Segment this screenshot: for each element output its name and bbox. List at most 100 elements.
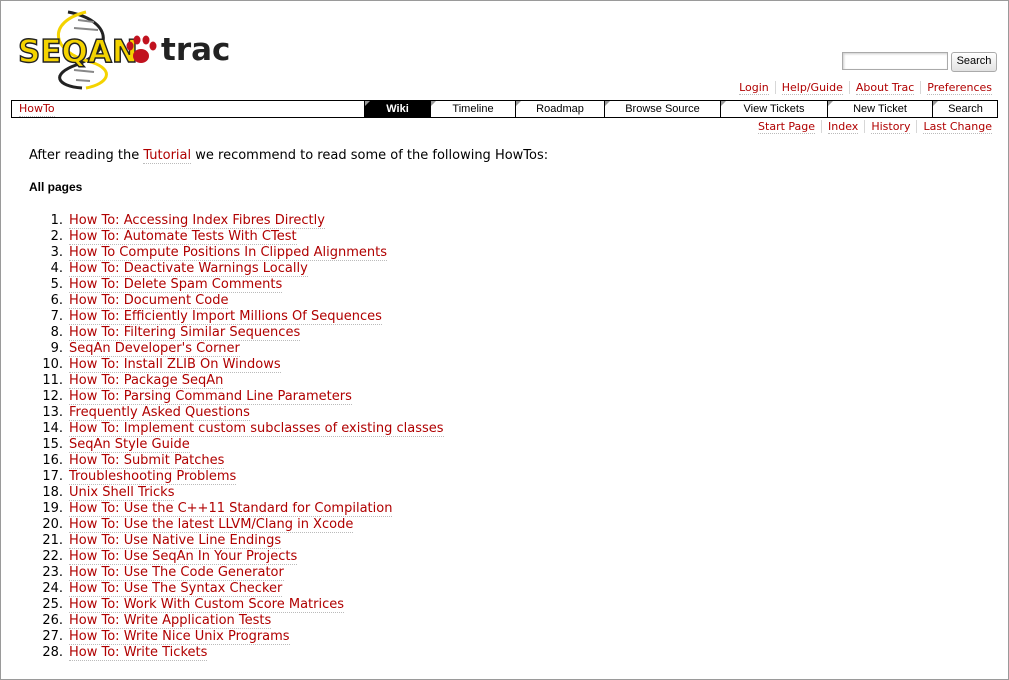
page-link[interactable]: How To: Install ZLIB On Windows: [69, 357, 281, 373]
tab-wiki[interactable]: Wiki: [364, 101, 430, 117]
page-link[interactable]: How To: Parsing Command Line Parameters: [69, 389, 352, 405]
tab-view-tickets[interactable]: View Tickets: [720, 101, 827, 117]
tab-browse-source-label: Browse Source: [625, 103, 700, 115]
seqan-trac-logo[interactable]: SEQAN trac: [16, 10, 231, 90]
list-item-number: 11.: [42, 373, 63, 388]
list-item: 23. How To: Use The Code Generator: [29, 565, 444, 581]
page-link[interactable]: How To: Efficiently Import Millions Of S…: [69, 309, 382, 325]
logo-product-text: trac: [161, 32, 230, 68]
list-item: 12. How To: Parsing Command Line Paramete…: [29, 389, 444, 405]
page-link[interactable]: How To: Implement custom subclasses of e…: [69, 421, 444, 437]
list-item-number: 10.: [42, 357, 63, 372]
intro-text: After reading the Tutorial we recommend …: [29, 148, 548, 164]
page-link[interactable]: How To: Submit Patches: [69, 453, 225, 469]
page-link[interactable]: How To: Write Tickets: [69, 645, 208, 661]
tutorial-link[interactable]: Tutorial: [143, 148, 192, 164]
page-link[interactable]: How To: Use Native Line Endings: [69, 533, 282, 549]
list-item-number: 20.: [42, 517, 63, 532]
tab-timeline[interactable]: Timeline: [430, 101, 515, 117]
tab-corner-icon: [431, 101, 436, 106]
list-item: 10. How To: Install ZLIB On Windows: [29, 357, 444, 373]
list-item: 11. How To: Package SeqAn: [29, 373, 444, 389]
list-item: 2. How To: Automate Tests With CTest: [29, 229, 444, 245]
list-item: 13. Frequently Asked Questions: [29, 405, 444, 421]
list-item-number: 12.: [42, 389, 63, 404]
list-item-number: 23.: [42, 565, 63, 580]
page-link[interactable]: How To: Use the latest LLVM/Clang in Xco…: [69, 517, 354, 533]
page-link[interactable]: How To: Write Application Tests: [69, 613, 272, 629]
index-link[interactable]: Index: [828, 120, 859, 134]
tab-new-ticket[interactable]: New Ticket: [827, 101, 932, 117]
list-item-number: 13.: [42, 405, 63, 420]
list-item-number: 5.: [50, 277, 63, 292]
list-item-number: 7.: [50, 309, 63, 324]
tab-corner-icon: [605, 101, 610, 106]
page-link[interactable]: Unix Shell Tricks: [69, 485, 175, 501]
page-link[interactable]: How To: Work With Custom Score Matrices: [69, 597, 345, 613]
tab-corner-icon: [828, 101, 833, 106]
tab-search-label: Search: [948, 103, 983, 115]
tab-roadmap[interactable]: Roadmap: [515, 101, 604, 117]
list-item: 19. How To: Use the C++11 Standard for Co…: [29, 501, 444, 517]
tab-search[interactable]: Search: [932, 101, 998, 117]
tab-roadmap-label: Roadmap: [536, 103, 584, 115]
list-item: 8. How To: Filtering Similar Sequences: [29, 325, 444, 341]
page-link[interactable]: Troubleshooting Problems: [69, 469, 237, 485]
about-trac-link[interactable]: About Trac: [855, 81, 915, 95]
page-link[interactable]: How To Compute Positions In Clipped Alig…: [69, 245, 388, 261]
page-link[interactable]: How To: Write Nice Unix Programs: [69, 629, 290, 645]
list-item-number: 19.: [42, 501, 63, 516]
list-item: 5. How To: Delete Spam Comments: [29, 277, 444, 293]
preferences-link[interactable]: Preferences: [927, 81, 992, 95]
page-link[interactable]: How To: Document Code: [69, 293, 229, 309]
page-link[interactable]: How To: Use The Syntax Checker: [69, 581, 283, 597]
page-link[interactable]: How To: Deactivate Warnings Locally: [69, 261, 308, 277]
tab-corner-icon: [516, 101, 521, 106]
help-guide-link[interactable]: Help/Guide: [781, 81, 843, 95]
list-item: 28. How To: Write Tickets: [29, 645, 444, 661]
list-item: 21. How To: Use Native Line Endings: [29, 533, 444, 549]
page-link[interactable]: Frequently Asked Questions: [69, 405, 250, 421]
page-link[interactable]: How To: Package SeqAn: [69, 373, 224, 389]
list-item-number: 6.: [50, 293, 63, 308]
tab-wiki-label: Wiki: [386, 103, 409, 115]
list-item: 20. How To: Use the latest LLVM/Clang in …: [29, 517, 444, 533]
list-item-number: 8.: [50, 325, 63, 340]
page-link[interactable]: How To: Automate Tests With CTest: [69, 229, 297, 245]
last-change-link[interactable]: Last Change: [923, 120, 992, 134]
tab-corner-icon: [721, 101, 726, 106]
list-item: 1. How To: Accessing Index Fibres Directl…: [29, 213, 444, 229]
page-link[interactable]: How To: Use SeqAn In Your Projects: [69, 549, 298, 565]
page-link[interactable]: How To: Accessing Index Fibres Directly: [69, 213, 325, 229]
list-item: 3. How To Compute Positions In Clipped Al…: [29, 245, 444, 261]
search-input[interactable]: [842, 52, 948, 70]
page-link[interactable]: How To: Delete Spam Comments: [69, 277, 283, 293]
search-button[interactable]: Search: [951, 52, 997, 72]
list-item: 24. How To: Use The Syntax Checker: [29, 581, 444, 597]
list-item: 9. SeqAn Developer's Corner: [29, 341, 444, 357]
list-item-number: 16.: [42, 453, 63, 468]
list-item: 4. How To: Deactivate Warnings Locally: [29, 261, 444, 277]
list-item-number: 24.: [42, 581, 63, 596]
breadcrumb-howto[interactable]: HowTo: [19, 102, 55, 117]
list-item: 22. How To: Use SeqAn In Your Projects: [29, 549, 444, 565]
page-link[interactable]: How To: Filtering Similar Sequences: [69, 325, 301, 341]
page-link[interactable]: How To: Use the C++11 Standard for Compi…: [69, 501, 393, 517]
list-item: 15. SeqAn Style Guide: [29, 437, 444, 453]
login-link[interactable]: Login: [739, 81, 769, 95]
start-page-link[interactable]: Start Page: [758, 120, 816, 134]
list-item-number: 28.: [42, 645, 63, 660]
tab-corner-icon: [933, 101, 938, 106]
context-nav: Start Page Index History Last Change: [752, 120, 992, 134]
logo-brand-text: SEQAN: [18, 34, 138, 70]
history-link[interactable]: History: [871, 120, 911, 134]
tab-new-ticket-label: New Ticket: [853, 103, 907, 115]
page-link[interactable]: SeqAn Developer's Corner: [69, 341, 240, 357]
tab-browse-source[interactable]: Browse Source: [604, 101, 720, 117]
list-item: 16. How To: Submit Patches: [29, 453, 444, 469]
list-item-number: 3.: [50, 245, 63, 260]
list-item-number: 25.: [42, 597, 63, 612]
page-link[interactable]: How To: Use The Code Generator: [69, 565, 284, 581]
list-item: 7. How To: Efficiently Import Millions Of…: [29, 309, 444, 325]
page-link[interactable]: SeqAn Style Guide: [69, 437, 190, 453]
